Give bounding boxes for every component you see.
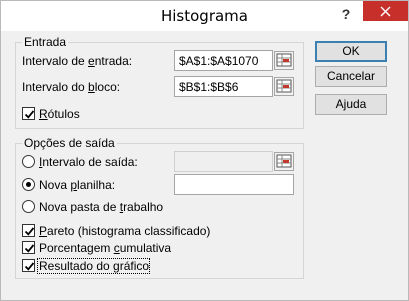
cumulative-percentage-label[interactable]: Porcentagem cumulativa	[39, 241, 171, 255]
range-selector-icon[interactable]	[274, 51, 294, 70]
new-worksheet-input[interactable]	[175, 175, 293, 194]
chart-output-label[interactable]: Resultado do gráfico	[39, 259, 149, 273]
chart-output-checkbox[interactable]	[22, 259, 35, 272]
checkmark-icon	[24, 244, 35, 253]
cancel-button[interactable]: Cancelar	[315, 66, 387, 87]
pareto-label[interactable]: Pareto (histograma classificado)	[39, 224, 210, 238]
output-range-field[interactable]	[174, 151, 273, 172]
output-range-label[interactable]: Intervalo de saída:	[39, 155, 138, 169]
new-workbook-radio[interactable]	[22, 200, 35, 213]
range-selector-icon[interactable]	[274, 77, 294, 96]
histogram-dialog: Histograma ? Entrada Intervalo de entrad…	[0, 0, 409, 301]
new-worksheet-radio[interactable]	[22, 178, 35, 191]
bin-range-field[interactable]	[174, 76, 273, 97]
checkmark-icon	[24, 262, 35, 271]
labels-checkbox[interactable]	[22, 107, 35, 120]
bin-range-label: Intervalo do bloco:	[22, 80, 121, 94]
labels-checkbox-label[interactable]: Rótulos	[39, 107, 80, 121]
help-icon[interactable]: ?	[340, 6, 352, 22]
close-icon	[380, 6, 391, 17]
input-range-input[interactable]	[175, 51, 272, 70]
radio-selected-dot	[26, 182, 31, 187]
output-group-title: Opções de saída	[22, 136, 117, 150]
input-group-title: Entrada	[22, 35, 69, 49]
output-range-radio[interactable]	[22, 155, 35, 168]
pareto-checkbox[interactable]	[22, 224, 35, 237]
checkmark-icon	[24, 227, 35, 236]
output-range-input[interactable]	[175, 152, 272, 171]
range-selector-icon[interactable]	[274, 152, 294, 171]
bin-range-input[interactable]	[175, 77, 272, 96]
close-button[interactable]	[363, 1, 408, 21]
new-workbook-label[interactable]: Nova pasta de trabalho	[39, 200, 163, 214]
help-button[interactable]: Ajuda	[315, 94, 387, 115]
new-worksheet-label[interactable]: Nova planilha:	[39, 178, 115, 192]
cumulative-percentage-checkbox[interactable]	[22, 241, 35, 254]
ok-button[interactable]: OK	[315, 41, 387, 62]
new-worksheet-field[interactable]	[174, 174, 294, 195]
checkmark-icon	[24, 110, 35, 119]
input-range-label: Intervalo de entrada:	[22, 54, 133, 68]
title-bar: Histograma ?	[1, 1, 408, 31]
input-range-field[interactable]	[174, 50, 273, 71]
